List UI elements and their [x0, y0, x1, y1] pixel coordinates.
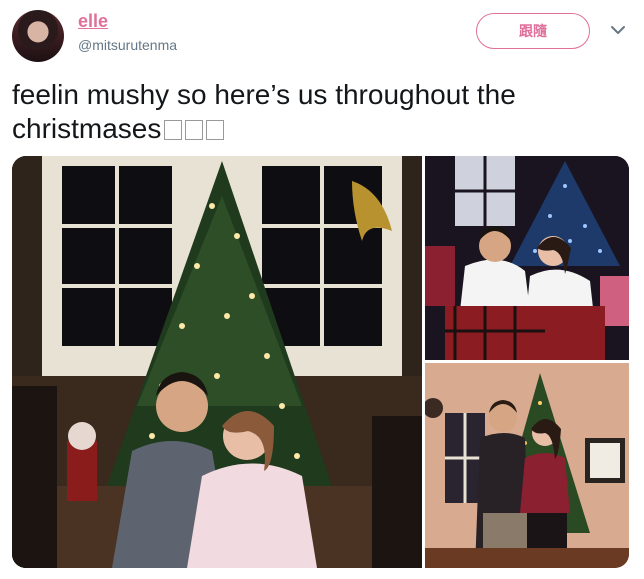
avatar[interactable] — [12, 10, 64, 62]
emoji-placeholder-icon — [206, 120, 225, 140]
emoji-placeholder-icon — [164, 120, 183, 140]
photo-1-image — [12, 156, 422, 568]
tweet-text: feelin mushy so here’s us throughout the… — [12, 78, 612, 146]
photo-grid — [12, 156, 629, 568]
tweet-text-body: feelin mushy so here’s us throughout the… — [12, 79, 516, 144]
photo-2-image — [425, 156, 629, 360]
photo-2[interactable] — [425, 156, 629, 360]
chevron-down-icon[interactable] — [608, 20, 628, 40]
photo-3[interactable] — [425, 363, 629, 568]
display-name[interactable]: elle — [78, 11, 108, 32]
photo-3-image — [425, 363, 629, 568]
photo-1[interactable] — [12, 156, 422, 568]
emoji-placeholder-icon — [185, 120, 204, 140]
user-handle[interactable]: @mitsurutenma — [78, 37, 177, 53]
follow-button[interactable]: 跟隨 — [476, 13, 590, 49]
follow-button-label: 跟隨 — [519, 23, 547, 39]
